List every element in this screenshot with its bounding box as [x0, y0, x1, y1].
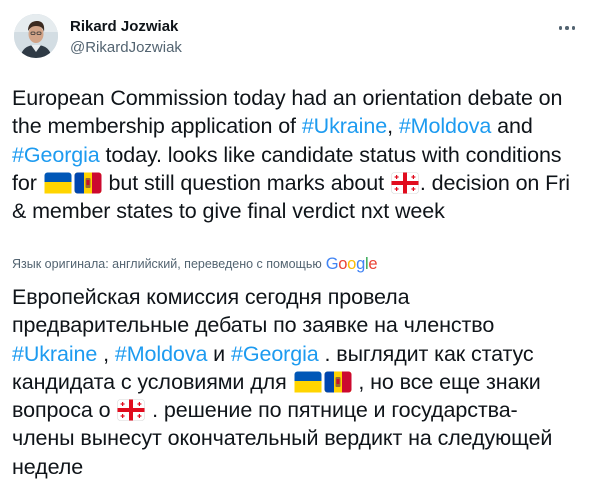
hashtag-moldova-link[interactable]: #Moldova [399, 114, 492, 138]
tweet-text-segment: , [97, 341, 115, 366]
google-logo-letter: o [347, 255, 357, 273]
google-logo-letter: o [338, 255, 348, 273]
translation-note-text: Язык оригинала: английский, переведено с… [12, 257, 322, 271]
ukraine-flag-icon [294, 371, 322, 393]
hashtag-moldova-link[interactable]: #Moldova [115, 342, 208, 366]
google-logo[interactable]: Google [325, 255, 378, 273]
google-logo-letter: G [325, 255, 339, 273]
google-logo-letter: g [356, 255, 365, 273]
tweet-text-segment: and [491, 114, 533, 139]
moldova-flag-icon [324, 371, 352, 393]
tweet-text-translation: Европейская комиссия сегодня провела пре… [12, 283, 580, 481]
hashtag-georgia-link[interactable]: #Georgia [12, 143, 100, 167]
more-options-icon [558, 26, 563, 30]
hashtag-georgia-link[interactable]: #Georgia [231, 342, 319, 366]
hashtag-ukraine-link[interactable]: #Ukraine [12, 342, 97, 366]
moldova-flag-icon [74, 172, 102, 194]
tweet-text-original: European Commission today had an orienta… [12, 84, 580, 225]
translation-attribution: Язык оригинала: английский, переведено с… [12, 255, 378, 273]
avatar-photo [14, 14, 58, 58]
ukraine-flag-icon [44, 172, 72, 194]
georgia-flag-icon [391, 172, 419, 194]
more-options-icon-dot [571, 26, 576, 30]
tweet-text-segment: but still question marks about [102, 170, 390, 195]
author-name[interactable]: Rikard Jozwiak [70, 18, 178, 36]
tweet-text-segment: и [207, 341, 231, 366]
author-handle[interactable]: @RikardJozwiak [70, 39, 182, 57]
more-options-button[interactable] [552, 20, 582, 36]
tweet-text-segment: , [387, 114, 399, 139]
tweet-text-segment: Европейская комиссия сегодня провела пре… [12, 285, 495, 338]
georgia-flag-icon [117, 399, 145, 421]
author-avatar[interactable] [14, 14, 58, 58]
google-logo-letter: e [368, 255, 378, 273]
hashtag-ukraine-link[interactable]: #Ukraine [302, 114, 387, 138]
more-options-icon-dot [565, 26, 569, 30]
